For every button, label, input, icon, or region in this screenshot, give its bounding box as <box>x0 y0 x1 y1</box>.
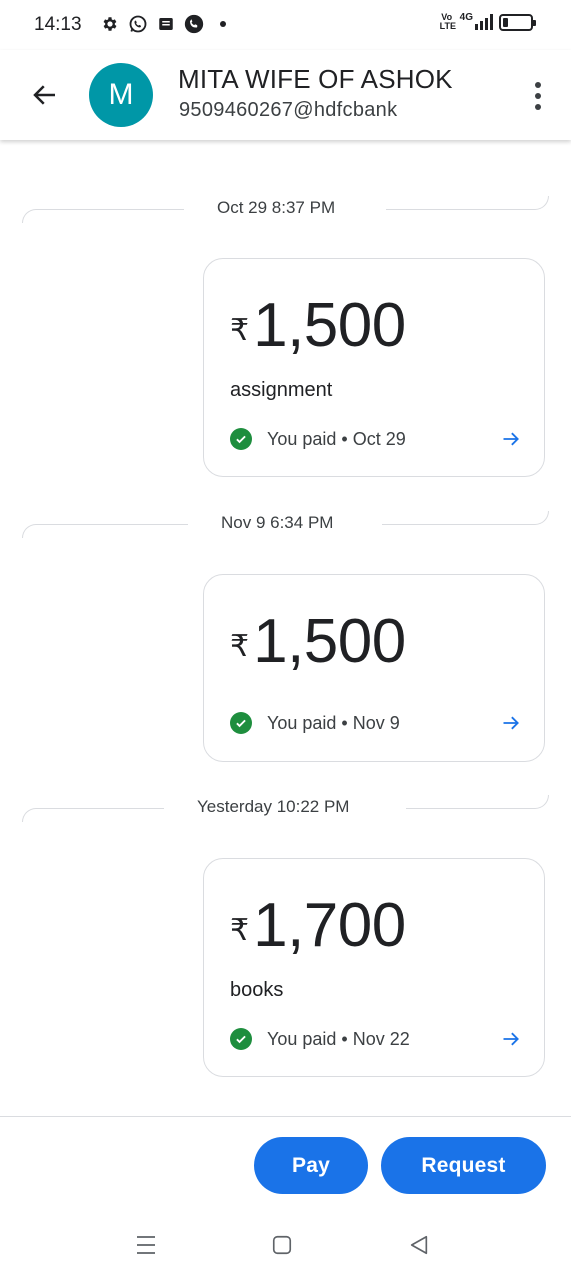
payment-card[interactable]: ₹ 1,500 assignment You paid • Oct 29 <box>203 258 545 477</box>
menu-lines-icon <box>137 1236 155 1254</box>
request-button[interactable]: Request <box>381 1137 546 1194</box>
arrow-forward-icon[interactable] <box>500 712 522 734</box>
more-vert-icon <box>535 82 541 88</box>
network-type: 4G <box>459 11 473 23</box>
date-separator: Yesterday 10:22 PM <box>0 795 571 825</box>
avatar[interactable]: M <box>89 63 153 127</box>
status-time: 14:13 <box>34 14 82 35</box>
system-icons: Vo LTE 4G <box>439 11 536 31</box>
payment-amount: ₹ 1,500 <box>230 607 406 677</box>
date-label: Yesterday 10:22 PM <box>197 797 350 816</box>
message-icon <box>156 14 176 34</box>
payment-status-text: You paid • Nov 9 <box>267 712 400 733</box>
currency-symbol: ₹ <box>230 914 250 947</box>
triangle-back-icon <box>410 1235 428 1255</box>
status-bar: 14:13 Vo LTE 4G <box>0 0 571 50</box>
back-nav-button[interactable] <box>406 1232 432 1258</box>
pay-button[interactable]: Pay <box>254 1137 368 1194</box>
date-separator: Nov 9 6:34 PM <box>0 511 571 541</box>
system-nav-bar <box>0 1208 571 1280</box>
more-options-button[interactable] <box>527 76 549 116</box>
payment-status-text: You paid • Nov 22 <box>267 1028 410 1049</box>
arrow-back-icon <box>33 85 55 105</box>
signal-icon <box>475 14 493 30</box>
amount-value: 1,700 <box>253 891 406 960</box>
notification-icons <box>100 14 226 34</box>
date-label: Nov 9 6:34 PM <box>221 513 334 532</box>
volte-indicator: Vo LTE <box>439 13 456 31</box>
more-notifications-dot <box>220 21 226 27</box>
amount-value: 1,500 <box>253 291 406 360</box>
payment-status: You paid • Oct 29 <box>230 426 522 452</box>
check-circle-icon <box>230 428 252 450</box>
volte-bottom: LTE <box>439 21 456 31</box>
payment-card[interactable]: ₹ 1,500 You paid • Nov 9 <box>203 574 545 762</box>
whatsapp-icon <box>128 14 148 34</box>
battery-level <box>503 17 509 27</box>
chat-header: M MITA WIFE OF ASHOK 9509460267@hdfcbank <box>0 50 571 140</box>
check-circle-icon <box>230 1028 252 1050</box>
arrow-forward-icon[interactable] <box>500 1028 522 1050</box>
payment-status: You paid • Nov 9 <box>230 710 522 736</box>
screen: 14:13 Vo LTE 4G M MITA WIFE OF ASHOK 950… <box>0 0 571 1280</box>
payment-amount: ₹ 1,500 <box>230 291 406 361</box>
currency-symbol: ₹ <box>230 630 250 663</box>
date-label: Oct 29 8:37 PM <box>217 198 336 217</box>
contact-name[interactable]: MITA WIFE OF ASHOK <box>178 64 453 95</box>
payment-card[interactable]: ₹ 1,700 books You paid • Nov 22 <box>203 858 545 1077</box>
payment-status: You paid • Nov 22 <box>230 1026 522 1052</box>
phone-call-icon <box>184 14 204 34</box>
amount-value: 1,500 <box>253 607 406 676</box>
payment-note: books <box>230 979 284 1001</box>
currency-symbol: ₹ <box>230 314 250 347</box>
arrow-forward-icon[interactable] <box>500 428 522 450</box>
payment-amount: ₹ 1,700 <box>230 891 406 961</box>
back-button[interactable] <box>24 74 66 116</box>
date-separator: Oct 29 8:37 PM <box>0 196 571 226</box>
battery-icon <box>499 13 536 31</box>
payment-note: assignment <box>230 379 333 401</box>
check-circle-icon <box>230 712 252 734</box>
action-bar: Pay Request <box>0 1116 571 1208</box>
recents-button[interactable] <box>133 1232 159 1258</box>
contact-upi-id: 9509460267@hdfcbank <box>179 99 398 121</box>
home-button[interactable] <box>269 1232 295 1258</box>
settings-icon <box>100 14 120 34</box>
square-icon <box>272 1235 292 1255</box>
payment-status-text: You paid • Oct 29 <box>267 428 406 449</box>
